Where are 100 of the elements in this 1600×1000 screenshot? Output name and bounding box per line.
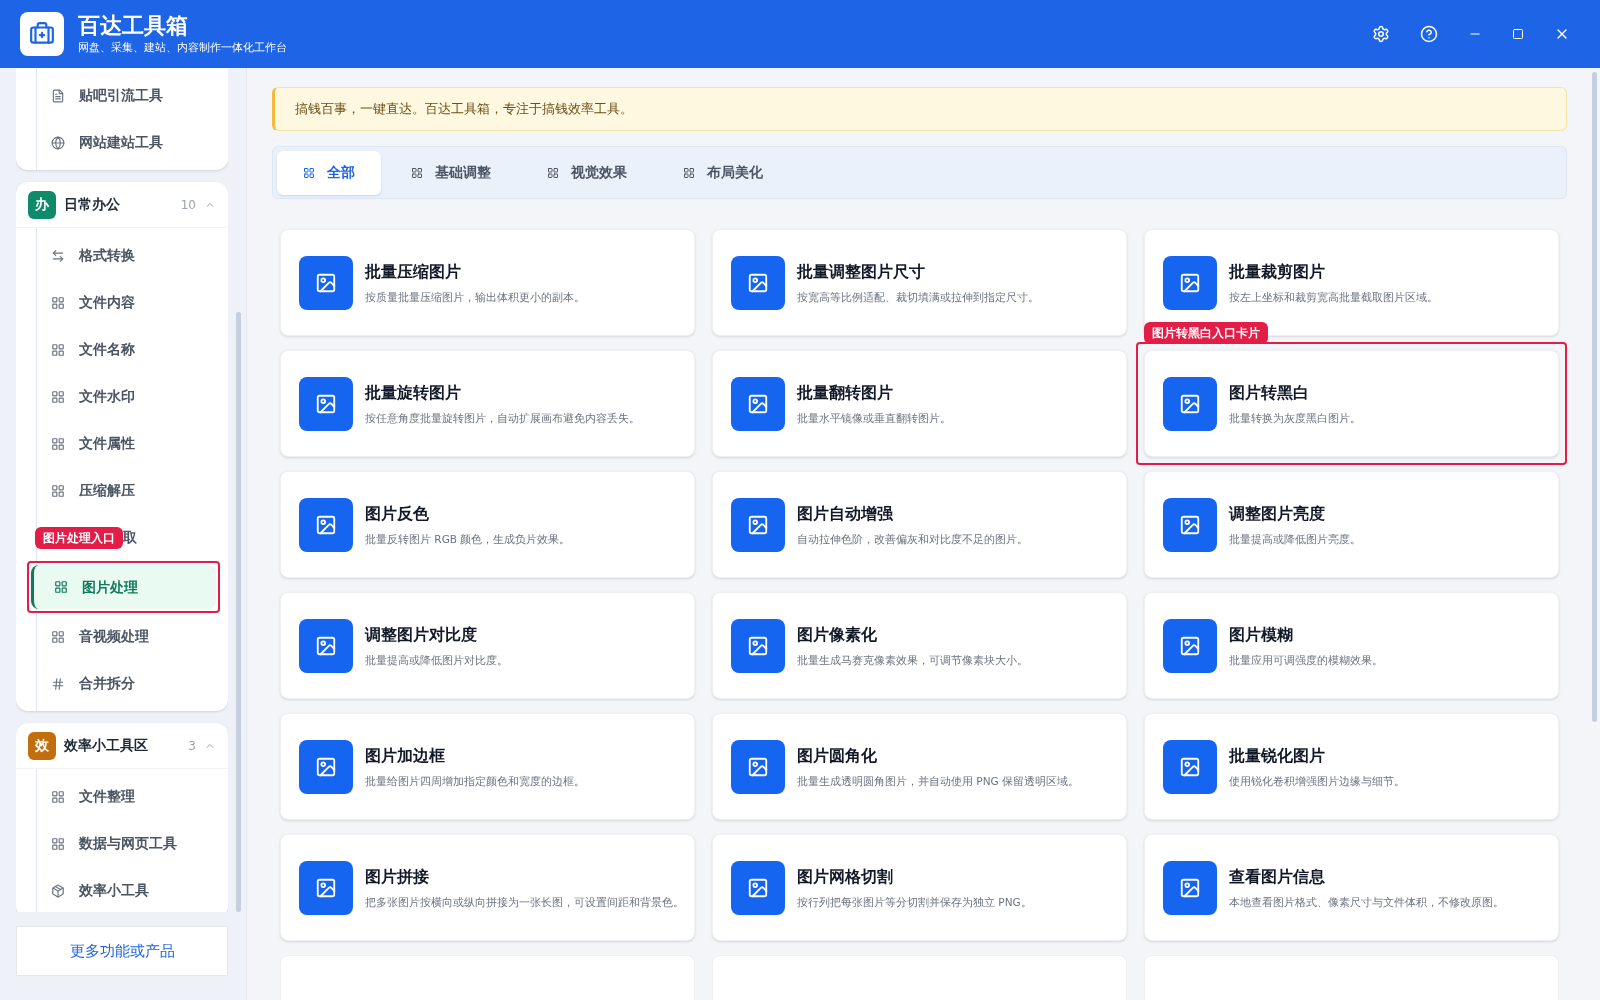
image-icon xyxy=(299,618,353,673)
grid-icon xyxy=(54,580,68,594)
card-description: 批量应用可调强度的模糊效果。 xyxy=(1229,652,1383,668)
card-title: 图片模糊 xyxy=(1229,623,1294,646)
card-description: 批量转换为灰度黑白图片。 xyxy=(1229,410,1361,426)
group-count: 10 xyxy=(180,196,196,214)
grid-icon xyxy=(51,436,65,451)
tool-card[interactable]: 批量锐化图片 使用锐化卷积增强图片边缘与细节。 xyxy=(1144,713,1559,820)
card-title: 图片圆角化 xyxy=(797,744,878,767)
card-title: 批量调整图片尺寸 xyxy=(797,260,926,283)
sidebar-item[interactable]: 文件水印 xyxy=(37,373,220,420)
sidebar-item[interactable]: 图片处理 xyxy=(31,565,216,609)
card-description: 本地查看图片格式、像素尺寸与文件体积，不修改原图。 xyxy=(1229,894,1504,910)
group-count: 3 xyxy=(188,737,196,755)
globe-icon xyxy=(51,135,65,150)
filter-tab[interactable]: 视觉效果 xyxy=(521,150,653,195)
more-products-button[interactable]: 更多功能或产品 xyxy=(16,926,228,976)
card-description: 批量给图片四周增加指定颜色和宽度的边框。 xyxy=(365,773,585,789)
notice-banner: 搞钱百事，一键直达。百达工具箱，专注于搞钱效率工具。 xyxy=(272,87,1567,131)
tool-card[interactable]: 批量翻转图片 批量水平镜像或垂直翻转图片。 xyxy=(712,350,1127,457)
card-title: 查看图片信息 xyxy=(1229,865,1326,888)
card-description: 批量生成透明圆角图片，并自动使用 PNG 保留透明区域。 xyxy=(797,773,1079,789)
card-title: 批量压缩图片 xyxy=(365,260,462,283)
sidebar-item[interactable]: 网站建站工具 xyxy=(37,119,220,166)
card-title: 图片加边框 xyxy=(365,744,446,767)
sidebar-item[interactable]: 文件内容 xyxy=(37,279,220,326)
card-description: 自动拉伸色阶，改善偏灰和对比度不足的图片。 xyxy=(797,531,1028,547)
card-description: 批量水平镜像或垂直翻转图片。 xyxy=(797,410,951,426)
sidebar-item[interactable]: 数据与网页工具 xyxy=(37,820,220,867)
tool-card[interactable]: 图片转黑白 批量转换为灰度黑白图片。 xyxy=(1144,350,1559,457)
tool-card[interactable]: 批量旋转图片 按任意角度批量旋转图片，自动扩展画布避免内容丢失。 xyxy=(280,350,695,457)
sidebar-item[interactable]: 合并拆分 xyxy=(37,660,220,707)
card-title: 调整图片亮度 xyxy=(1229,502,1326,525)
card-title: 调整图片对比度 xyxy=(365,623,478,646)
tool-card[interactable]: 调整图片亮度 批量提高或降低图片亮度。 xyxy=(1144,471,1559,578)
image-icon xyxy=(731,497,785,552)
sidebar-item[interactable]: 效率小工具 xyxy=(37,867,220,912)
card-title: 图片自动增强 xyxy=(797,502,894,525)
group-badge: 办 xyxy=(28,190,56,219)
group-title: 日常办公 xyxy=(64,195,121,214)
tool-card[interactable]: 图片拼接 把多张图片按横向或纵向拼接为一张长图，可设置间距和背景色。 xyxy=(280,834,695,941)
filter-tab[interactable]: 全部 xyxy=(277,150,381,195)
annotation-tag: 图片处理入口 xyxy=(35,526,123,549)
group-badge: 效 xyxy=(28,731,56,760)
app-title: 百达工具箱 xyxy=(78,11,189,40)
sidebar-item[interactable]: 文件名称 xyxy=(37,326,220,373)
tool-card[interactable]: 图片反色 批量反转图片 RGB 颜色，生成负片效果。 xyxy=(280,471,695,578)
tool-card[interactable]: 图片像素化 批量生成马赛克像素效果，可调节像素块大小。 xyxy=(712,592,1127,699)
maximize-icon[interactable] xyxy=(1512,28,1524,40)
tool-card[interactable]: 图片圆角化 批量生成透明圆角图片，并自动使用 PNG 保留透明区域。 xyxy=(712,713,1127,820)
image-icon xyxy=(299,255,353,310)
tool-card[interactable]: 批量调整图片尺寸 按宽高等比例适配、裁切填满或拉伸到指定尺寸。 xyxy=(712,229,1127,336)
scrollbar-thumb[interactable] xyxy=(1592,72,1597,722)
image-icon xyxy=(299,497,353,552)
settings-icon[interactable] xyxy=(1372,25,1390,43)
sidebar-item[interactable]: 取 xyxy=(123,514,137,561)
image-icon xyxy=(1163,497,1217,552)
filter-tab[interactable]: 布局美化 xyxy=(657,150,789,195)
card-title: 图片像素化 xyxy=(797,623,878,646)
sidebar-item[interactable]: 文件整理 xyxy=(37,773,220,820)
sidebar-item[interactable]: 格式转换 xyxy=(37,232,220,279)
card-title: 图片网格切割 xyxy=(797,865,894,888)
group-title: 效率小工具区 xyxy=(64,736,149,755)
tool-card[interactable]: 图片自动增强 自动拉伸色阶，改善偏灰和对比度不足的图片。 xyxy=(712,471,1127,578)
tool-card[interactable]: 图片加边框 批量给图片四周增加指定颜色和宽度的边框。 xyxy=(280,713,695,820)
tool-card[interactable]: 图片网格切割 按行列把每张图片等分切割并保存为独立 PNG。 xyxy=(712,834,1127,941)
image-icon xyxy=(1163,255,1217,310)
sidebar-item[interactable]: 贴吧引流工具 xyxy=(37,72,220,119)
grid-icon xyxy=(303,166,315,179)
sidebar-item[interactable]: 压缩解压 xyxy=(37,467,220,514)
image-icon xyxy=(731,376,785,431)
sidebar-item[interactable]: 音视频处理 xyxy=(37,613,220,660)
image-icon xyxy=(299,739,353,794)
tool-card[interactable]: 图片模糊 批量应用可调强度的模糊效果。 xyxy=(1144,592,1559,699)
card-title: 批量翻转图片 xyxy=(797,381,894,404)
tool-card[interactable]: 调整图片对比度 批量提高或降低图片对比度。 xyxy=(280,592,695,699)
help-icon[interactable] xyxy=(1420,25,1438,43)
sidebar-item[interactable]: 文件属性 xyxy=(37,420,220,467)
swap-icon xyxy=(51,248,65,263)
card-title: 图片转黑白 xyxy=(1229,381,1310,404)
image-icon xyxy=(1163,376,1217,431)
app-logo-icon xyxy=(20,12,64,56)
scrollbar-thumb[interactable] xyxy=(236,312,241,912)
grid-icon xyxy=(51,389,65,404)
grid-icon xyxy=(51,629,65,644)
annotation-tag: 图片转黑白入口卡片 xyxy=(1144,322,1268,344)
card-description: 批量提高或降低图片对比度。 xyxy=(365,652,508,668)
grid-icon xyxy=(51,836,65,851)
hash-icon xyxy=(51,676,65,691)
card-description: 按行列把每张图片等分切割并保存为独立 PNG。 xyxy=(797,894,1032,910)
tool-card[interactable]: 查看图片信息 本地查看图片格式、像素尺寸与文件体积，不修改原图。 xyxy=(1144,834,1559,941)
filter-tab[interactable]: 基础调整 xyxy=(385,150,517,195)
card-description: 按宽高等比例适配、裁切填满或拉伸到指定尺寸。 xyxy=(797,289,1039,305)
tool-card[interactable]: 批量压缩图片 按质量批量压缩图片，输出体积更小的副本。 xyxy=(280,229,695,336)
image-icon xyxy=(731,255,785,310)
image-icon xyxy=(299,376,353,431)
app-subtitle: 网盘、采集、建站、内容制作一体化工作台 xyxy=(78,39,287,56)
image-icon xyxy=(1163,739,1217,794)
grid-icon xyxy=(547,166,559,179)
box-icon xyxy=(51,883,65,898)
